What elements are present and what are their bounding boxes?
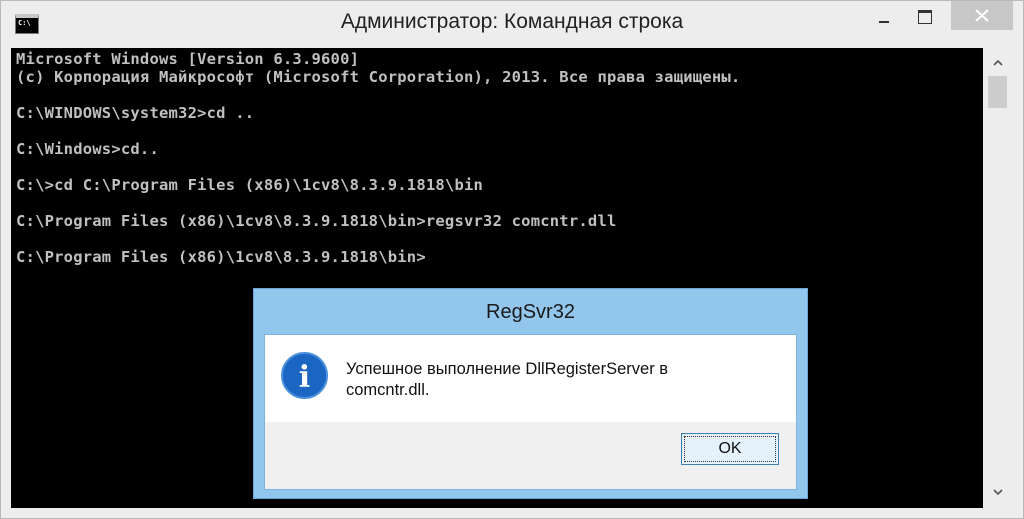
console-line: C:\WINDOWS\system32>cd ..	[16, 104, 255, 122]
dialog-body: i Успешное выполнение DllRegisterServer …	[264, 334, 797, 490]
ok-button[interactable]: OK	[681, 433, 779, 465]
close-button[interactable]	[951, 1, 1013, 30]
console-line: (c) Корпорация Майкрософт (Microsoft Cor…	[16, 68, 741, 86]
dialog-message-line: Успешное выполнение DllRegisterServer в	[346, 360, 669, 378]
vertical-scrollbar[interactable]	[985, 48, 1010, 508]
chevron-up-icon	[992, 59, 1003, 66]
close-icon	[975, 9, 989, 22]
dialog-title: RegSvr32	[486, 301, 575, 323]
maximize-button[interactable]	[905, 1, 945, 31]
console-line: C:\>cd C:\Program Files (x86)\1cv8\8.3.9…	[16, 176, 484, 194]
dialog-message: Успешное выполнение DllRegisterServer в …	[346, 359, 776, 401]
regsvr32-dialog: RegSvr32 i Успешное выполнение DllRegist…	[253, 288, 808, 499]
console-line: C:\Windows>cd..	[16, 140, 159, 158]
console-line: C:\Program Files (x86)\1cv8\8.3.9.1818\b…	[16, 248, 426, 266]
chevron-down-icon	[992, 489, 1003, 496]
minimize-button[interactable]	[865, 1, 905, 31]
scroll-thumb[interactable]	[988, 76, 1007, 108]
dialog-content: i Успешное выполнение DllRegisterServer …	[265, 335, 796, 422]
info-icon: i	[281, 352, 328, 399]
dialog-message-line: comcntr.dll.	[346, 381, 430, 399]
console-line: Microsoft Windows [Version 6.3.9600]	[16, 50, 360, 68]
scroll-down-button[interactable]	[985, 482, 1010, 502]
scroll-up-button[interactable]	[985, 52, 1010, 72]
title-bar[interactable]: C:\ Администратор: Командная строка	[1, 1, 1023, 47]
console-lines: Microsoft Windows [Version 6.3.9600] (c)…	[16, 50, 740, 266]
info-icon-glyph: i	[298, 360, 311, 395]
console-line: C:\Program Files (x86)\1cv8\8.3.9.1818\b…	[16, 212, 617, 230]
